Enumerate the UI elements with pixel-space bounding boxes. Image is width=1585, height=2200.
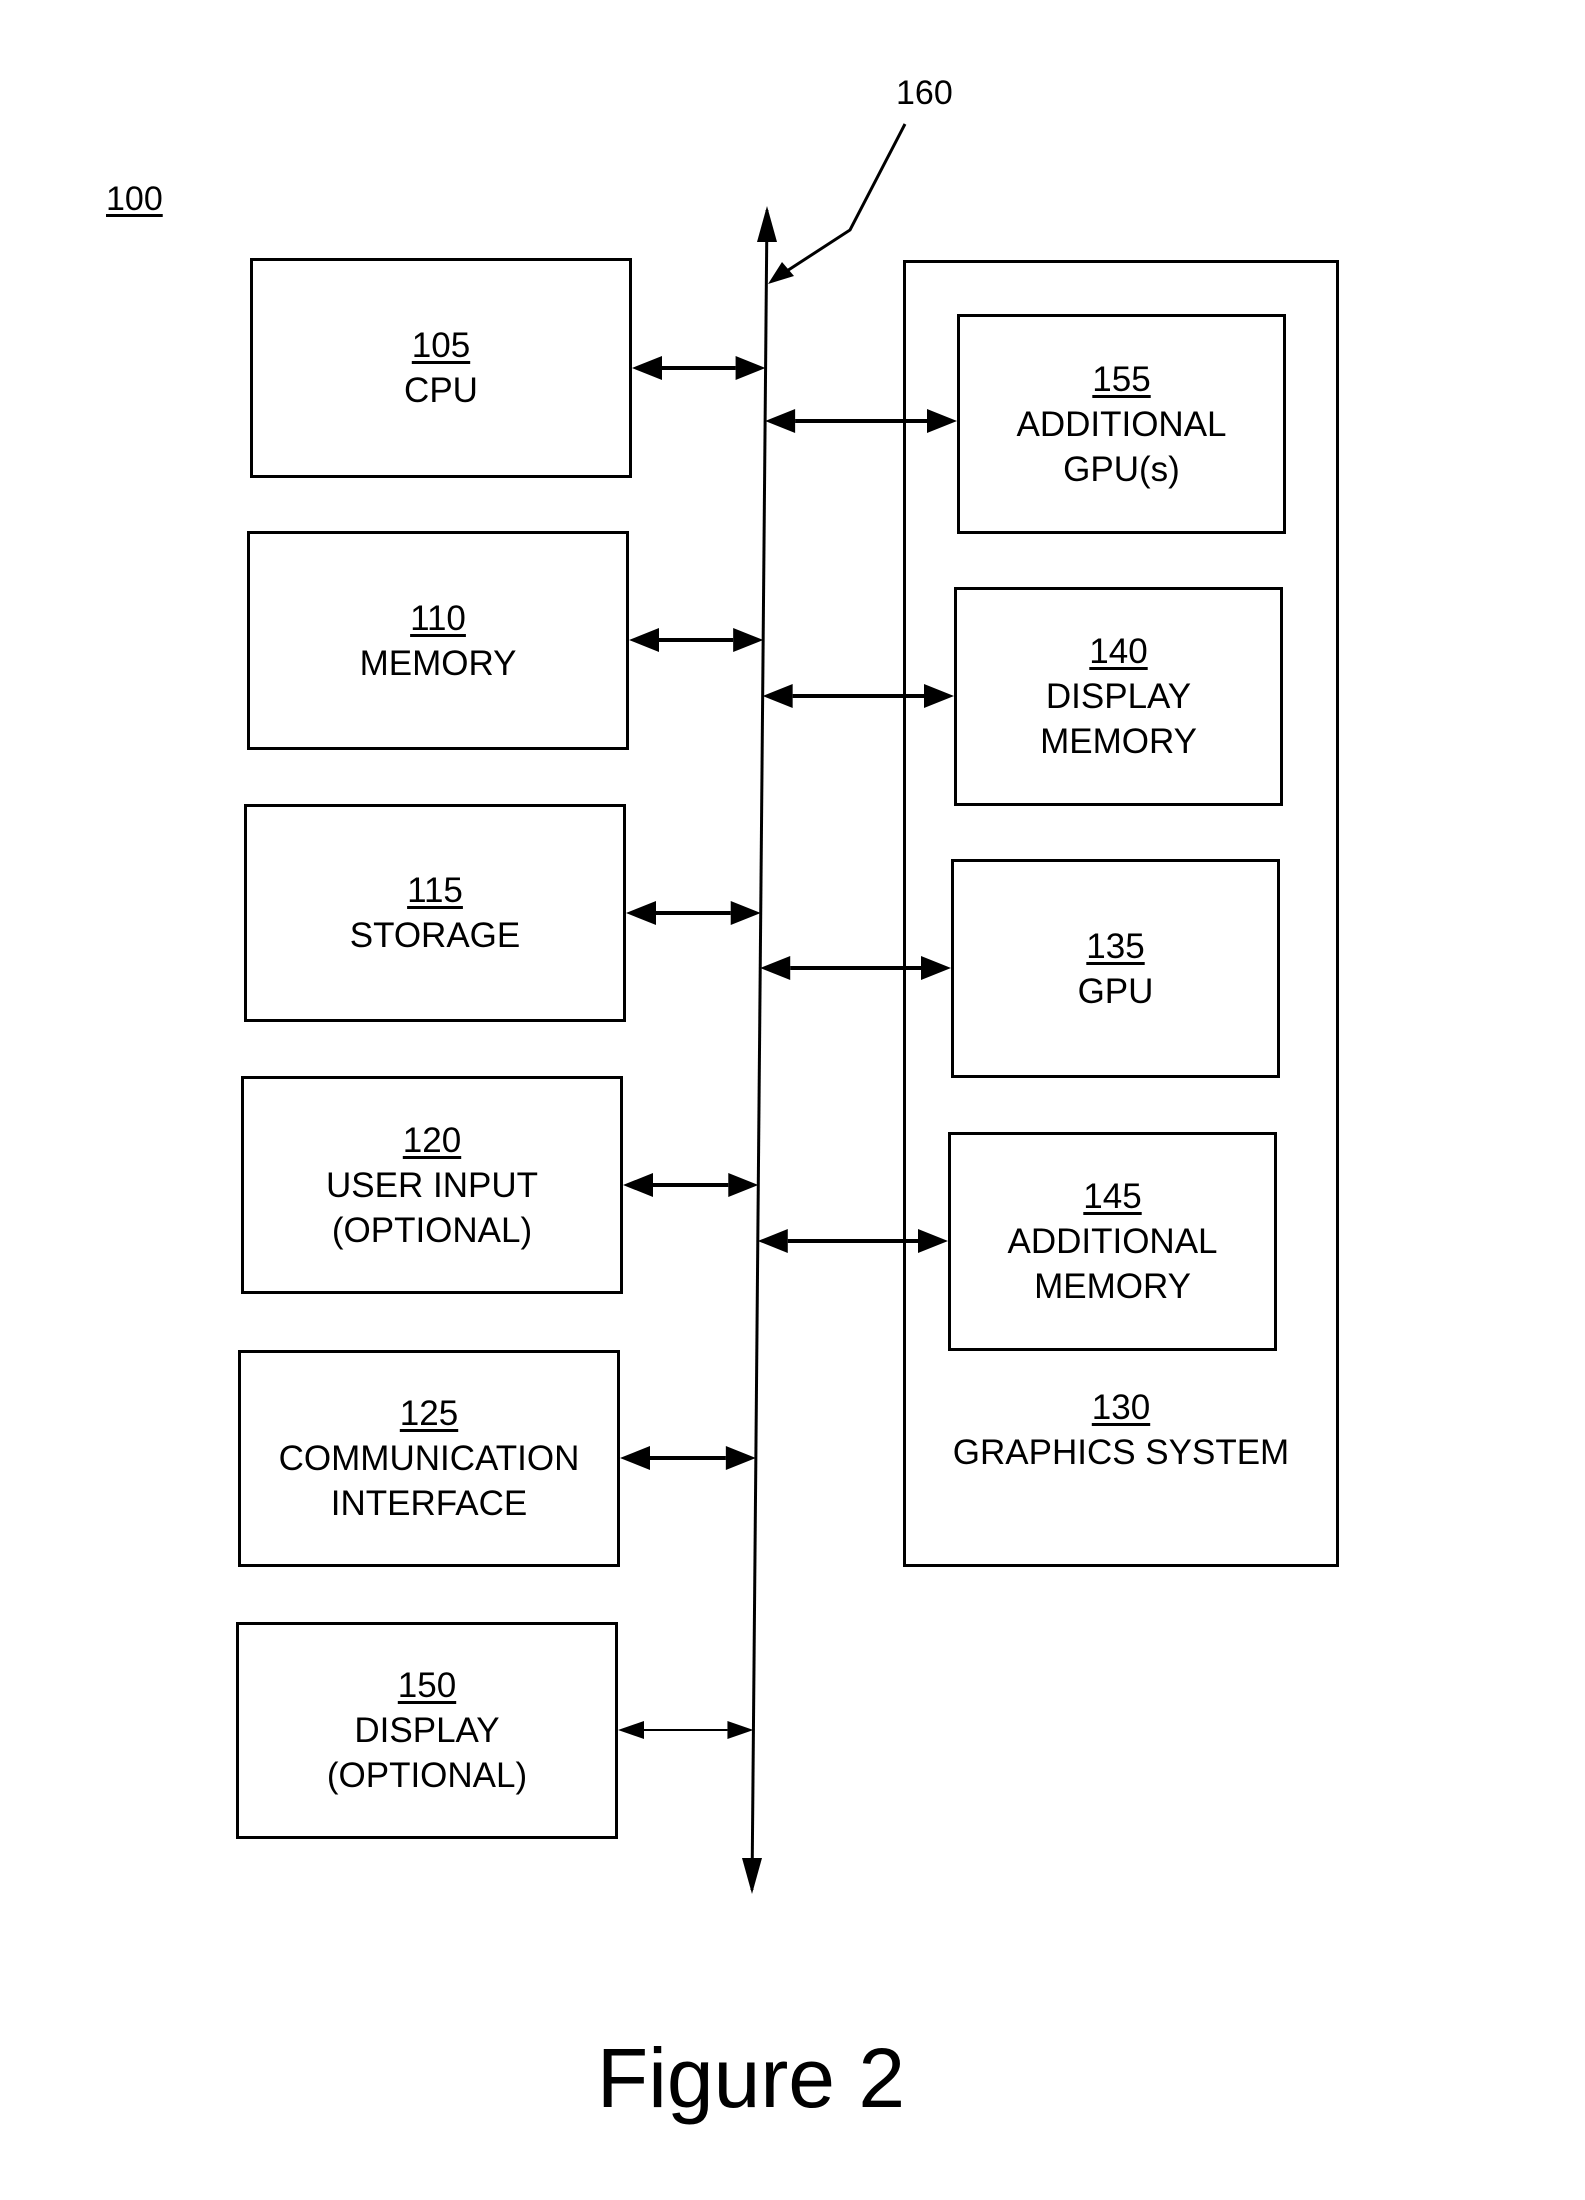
display-block: 150 DISPLAY (OPTIONAL) (236, 1622, 618, 1839)
block-ref: 150 (397, 1666, 457, 1705)
block-label: USER INPUT (326, 1165, 538, 1205)
block-label: MEMORY (359, 643, 517, 683)
memory-block: 110 MEMORY (247, 531, 629, 750)
graphics-system-ref: 130 (1091, 1388, 1151, 1427)
block-label: DISPLAY (1045, 677, 1192, 716)
arrowhead-right (733, 628, 764, 652)
communication-bus-connector (620, 1446, 756, 1470)
bus-ref-leader-arrowhead (768, 262, 794, 284)
block-label: ADDITIONAL (1007, 1222, 1218, 1261)
memory-bus-connector (629, 628, 764, 652)
storage-block: 115 STORAGE (244, 804, 626, 1022)
user-input-bus-connector (623, 1173, 759, 1197)
block-ref: 105 (411, 326, 471, 365)
arrowhead-right (725, 1446, 756, 1470)
communication-interface-block: 125 COMMUNICATION INTERFACE (238, 1350, 620, 1567)
block-label-2: (OPTIONAL) (331, 1210, 533, 1250)
arrowhead-left (760, 956, 791, 980)
arrowhead-right (727, 1721, 754, 1739)
arrowhead-left (620, 1446, 650, 1470)
graphics-system-label: 130 GRAPHICS SYSTEM (903, 1385, 1339, 1475)
arrowhead-right (728, 1173, 759, 1197)
block-ref: 140 (1089, 632, 1148, 671)
display-bus-connector (618, 1721, 754, 1739)
arrowhead-left (757, 1229, 788, 1253)
figure-caption: Figure 2 (596, 2031, 906, 2125)
block-ref: 135 (1086, 926, 1145, 966)
bus-ref-label: 160 (896, 74, 953, 112)
arrowhead-left (762, 684, 793, 708)
block-ref: 125 (399, 1394, 459, 1433)
storage-bus-connector (626, 901, 761, 925)
arrowhead-left (629, 628, 659, 652)
arrowhead-left (632, 356, 662, 380)
block-ref: 120 (402, 1120, 462, 1160)
bus-ref-leader (772, 123, 907, 282)
block-label: STORAGE (349, 916, 521, 955)
arrowhead-left (765, 409, 796, 433)
block-label: GPU (1077, 971, 1154, 1011)
additional-gpus-block: 155 ADDITIONAL GPU(s) (957, 314, 1286, 534)
block-label: DISPLAY (354, 1711, 500, 1750)
arrowhead-left (626, 901, 656, 925)
bus-bottom-arrowhead (742, 1858, 762, 1894)
block-label: COMMUNICATION (278, 1439, 580, 1478)
cpu-block: 105 CPU (250, 258, 632, 478)
block-ref: 155 (1092, 359, 1151, 399)
arrowhead-left (618, 1721, 644, 1739)
block-label: CPU (404, 371, 478, 410)
connection-layer (618, 123, 957, 1894)
bus-top-arrowhead (757, 206, 777, 242)
gpu-block: 135 GPU (951, 859, 1280, 1078)
arrowhead-right (730, 901, 761, 925)
user-input-block: 120 USER INPUT (OPTIONAL) (241, 1076, 623, 1294)
block-ref: 110 (410, 598, 466, 638)
cpu-bus-connector (632, 356, 766, 380)
block-label: ADDITIONAL (1016, 404, 1227, 444)
block-label-2: MEMORY (1040, 722, 1197, 761)
block-label-2: GPU(s) (1063, 449, 1180, 489)
block-label-2: MEMORY (1034, 1267, 1191, 1306)
additional-memory-block: 145 ADDITIONAL MEMORY (948, 1132, 1277, 1351)
system-ref-label: 100 (106, 180, 163, 218)
block-ref: 145 (1083, 1177, 1142, 1216)
display-memory-block: 140 DISPLAY MEMORY (954, 587, 1283, 806)
graphics-system-title: GRAPHICS SYSTEM (952, 1433, 1290, 1472)
arrowhead-right (735, 356, 766, 380)
arrowhead-left (623, 1173, 653, 1197)
block-ref: 115 (407, 871, 463, 910)
block-label-2: (OPTIONAL) (326, 1756, 528, 1795)
system-bus (750, 209, 769, 1891)
block-label-2: INTERFACE (330, 1484, 528, 1523)
